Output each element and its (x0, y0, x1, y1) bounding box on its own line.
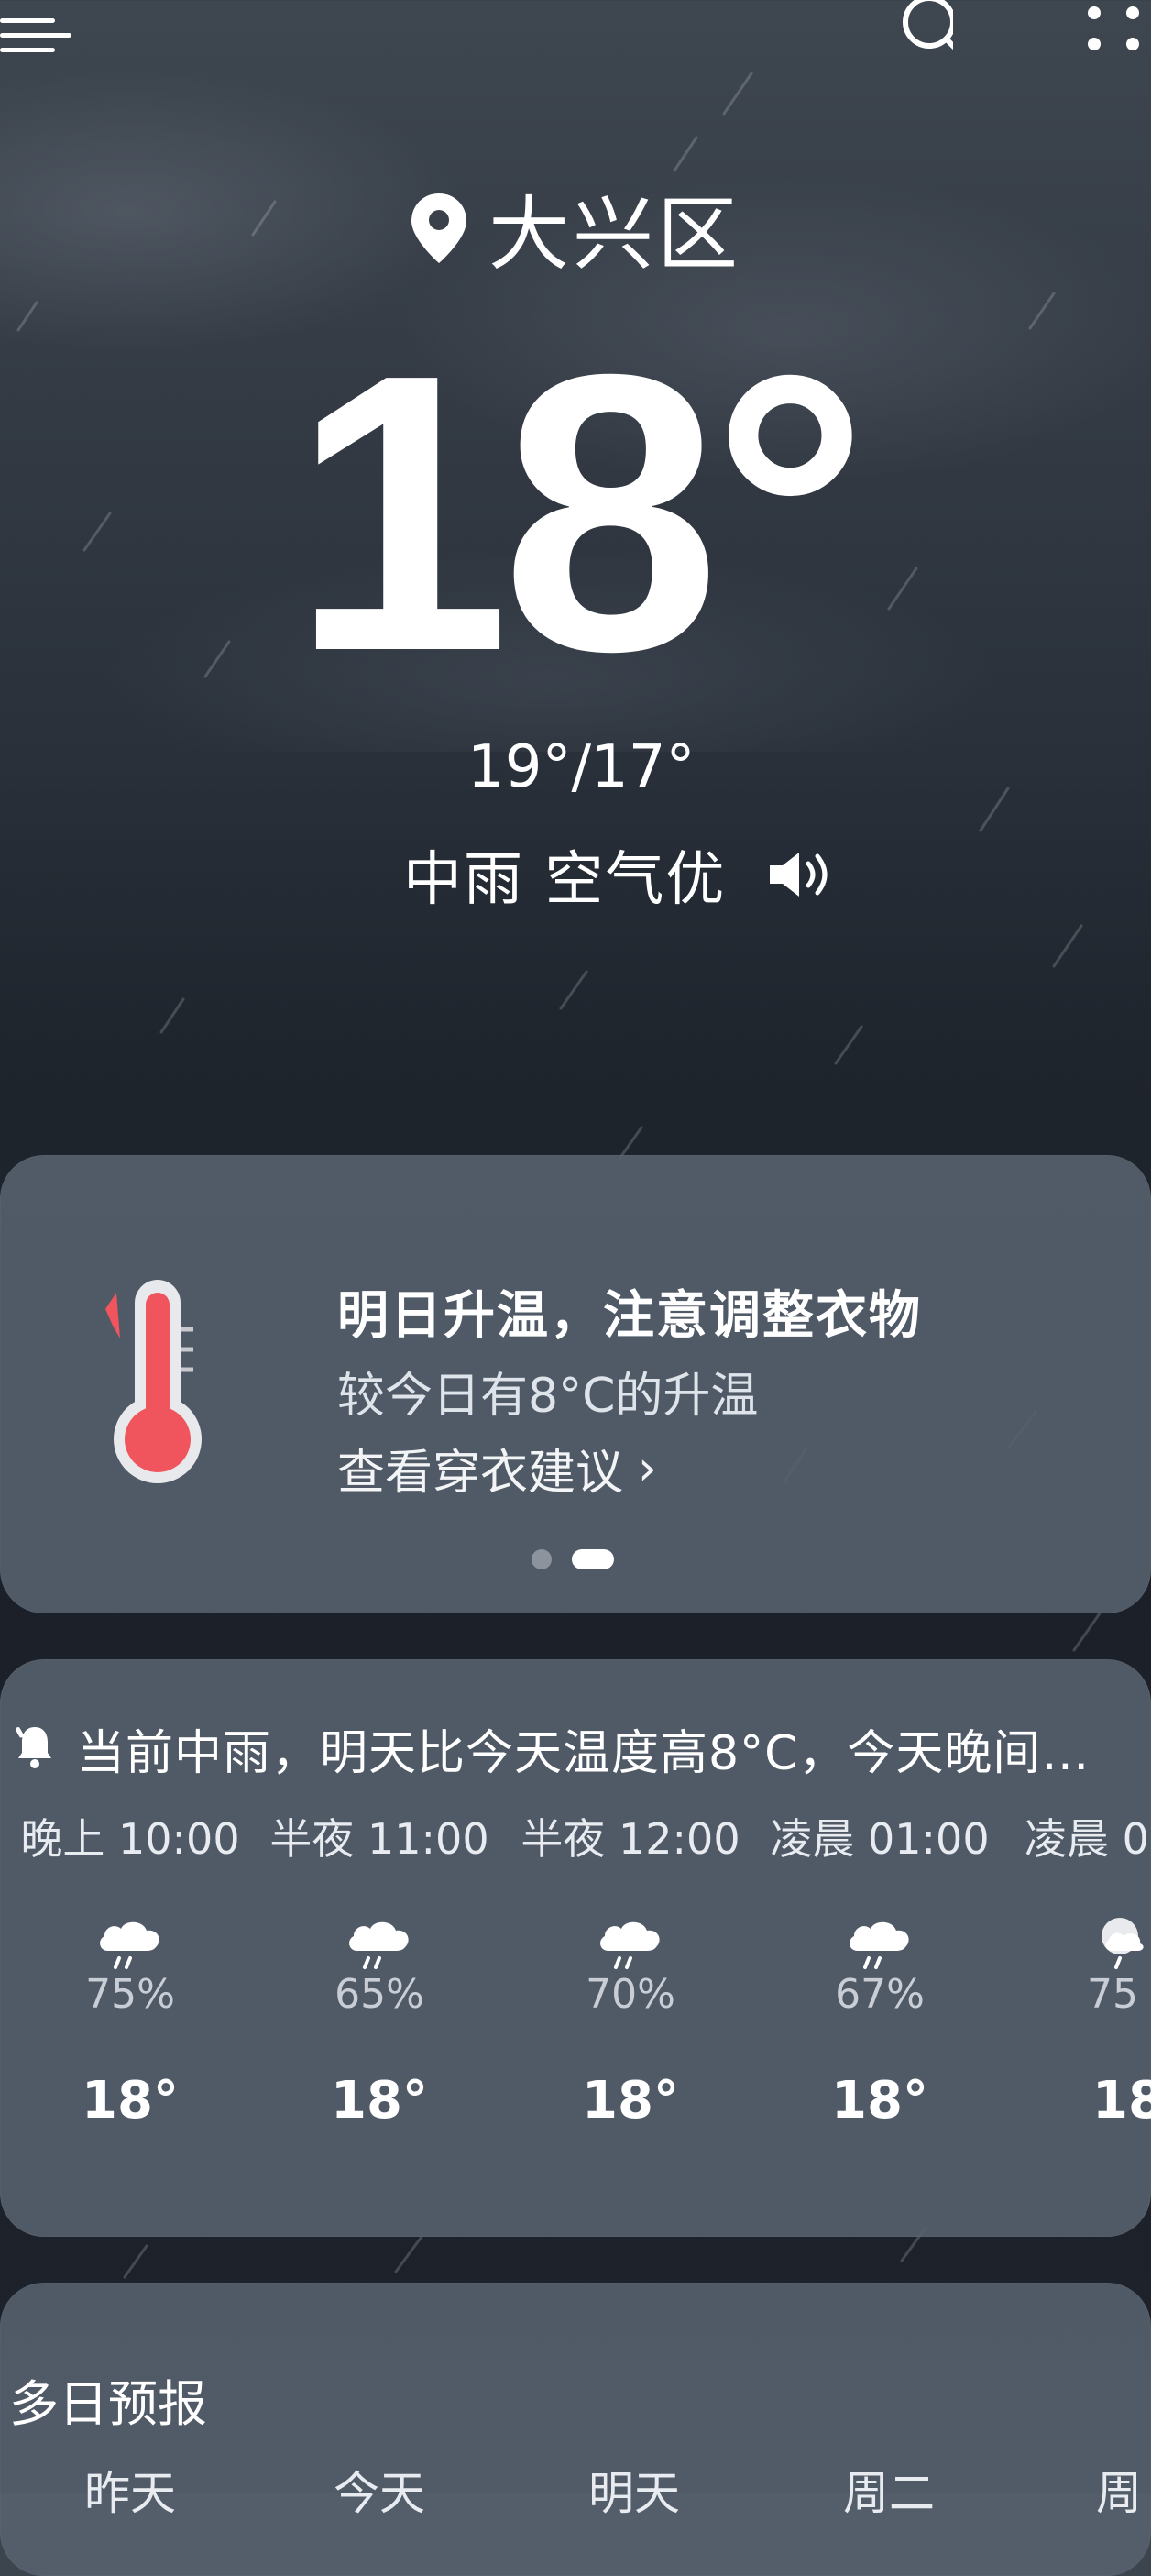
hour-item[interactable]: 半夜 11:00 65% 18° (255, 1806, 504, 2130)
current-temperature: 18° (290, 293, 869, 733)
hour-item[interactable]: 凌晨 0 75 18 (1004, 1806, 1151, 2130)
day-label[interactable]: 昨天 (84, 2457, 176, 2523)
forecast-title: 多日预报 (9, 2375, 207, 2433)
rain-moon-icon (1092, 1916, 1151, 1971)
hour-time: 凌晨 0 (1025, 1814, 1149, 1864)
hour-temperature: 18° (831, 2071, 928, 2130)
tip-title: 明日升温，注意调整衣物 (337, 1286, 922, 1346)
hour-temperature: 18° (331, 2071, 428, 2130)
hour-temperature: 18° (582, 2071, 679, 2130)
precipitation-probability: 70% (586, 1971, 675, 2018)
precipitation-probability: 67% (835, 1971, 925, 2018)
weather-alert-text: 当前中雨，明天比今天温度高8°C，今天晚间… (77, 1726, 1091, 1781)
clothing-advice-link[interactable]: 查看穿衣建议 › (337, 1434, 657, 1503)
page-dot (532, 1549, 552, 1569)
search-icon[interactable] (880, 0, 963, 59)
hour-item[interactable]: 半夜 12:00 70% 18° (506, 1806, 755, 2130)
precipitation-probability: 75% (85, 1971, 175, 2018)
hour-time: 凌晨 01:00 (770, 1814, 990, 1864)
menu-icon[interactable] (0, 13, 73, 59)
chevron-right-icon: › (638, 1440, 657, 1496)
page-dot-active (572, 1549, 614, 1569)
thermometer-icon (96, 1274, 215, 1489)
hour-time: 半夜 11:00 (269, 1814, 489, 1864)
tip-subtitle: 较今日有8°C的升温 (337, 1369, 759, 1424)
multi-day-forecast-card[interactable]: 多日预报 昨天 今天 明天 周二 周 (0, 2283, 1151, 2576)
hour-time: 晚上 10:00 (20, 1814, 240, 1864)
day-label[interactable]: 周 (1096, 2457, 1142, 2523)
day-label[interactable]: 明天 (588, 2457, 680, 2523)
hourly-list[interactable]: 晚上 10:00 75% 18° 半夜 11:00 65% 18° 半夜 12:… (0, 1806, 1151, 2209)
clothing-tip-card[interactable]: 明日升温，注意调整衣物 较今日有8°C的升温 查看穿衣建议 › (0, 1155, 1151, 1613)
rain-cloud-icon (343, 1916, 416, 1971)
weather-alert-row[interactable]: 当前中雨，明天比今天温度高8°C，今天晚间… (16, 1714, 1135, 1783)
condition-row: 中雨 空气优 (403, 832, 839, 917)
hour-time: 半夜 12:00 (521, 1814, 740, 1864)
alarm-bell-icon (16, 1723, 53, 1775)
hour-temperature: 18° (82, 2071, 179, 2130)
day-label[interactable]: 周二 (843, 2457, 935, 2523)
day-label[interactable]: 今天 (334, 2457, 425, 2523)
speaker-icon[interactable] (766, 847, 839, 902)
condition-text: 中雨 空气优 (403, 846, 727, 914)
hour-temperature: 18 (1092, 2071, 1151, 2130)
rain-cloud-icon (93, 1916, 167, 1971)
rain-cloud-icon (594, 1916, 667, 1971)
temperature-range: 19°/17° (467, 733, 696, 801)
more-icon[interactable] (1081, 4, 1151, 55)
precipitation-probability: 65% (334, 1971, 424, 2018)
hour-item[interactable]: 晚上 10:00 75% 18° (5, 1806, 255, 2130)
location-name: 大兴区 (488, 187, 741, 281)
location-pin-icon (410, 192, 468, 265)
page-indicator (532, 1549, 614, 1569)
precipitation-probability: 75 (1087, 1971, 1138, 2018)
clothing-advice-label: 查看穿衣建议 (337, 1446, 624, 1501)
hourly-forecast-card[interactable]: 当前中雨，明天比今天温度高8°C，今天晚间… 晚上 10:00 75% 18° … (0, 1659, 1151, 2237)
rain-cloud-icon (843, 1916, 916, 1971)
location-header[interactable]: 大兴区 (0, 170, 1151, 286)
hour-item[interactable]: 凌晨 01:00 67% 18° (755, 1806, 1004, 2130)
